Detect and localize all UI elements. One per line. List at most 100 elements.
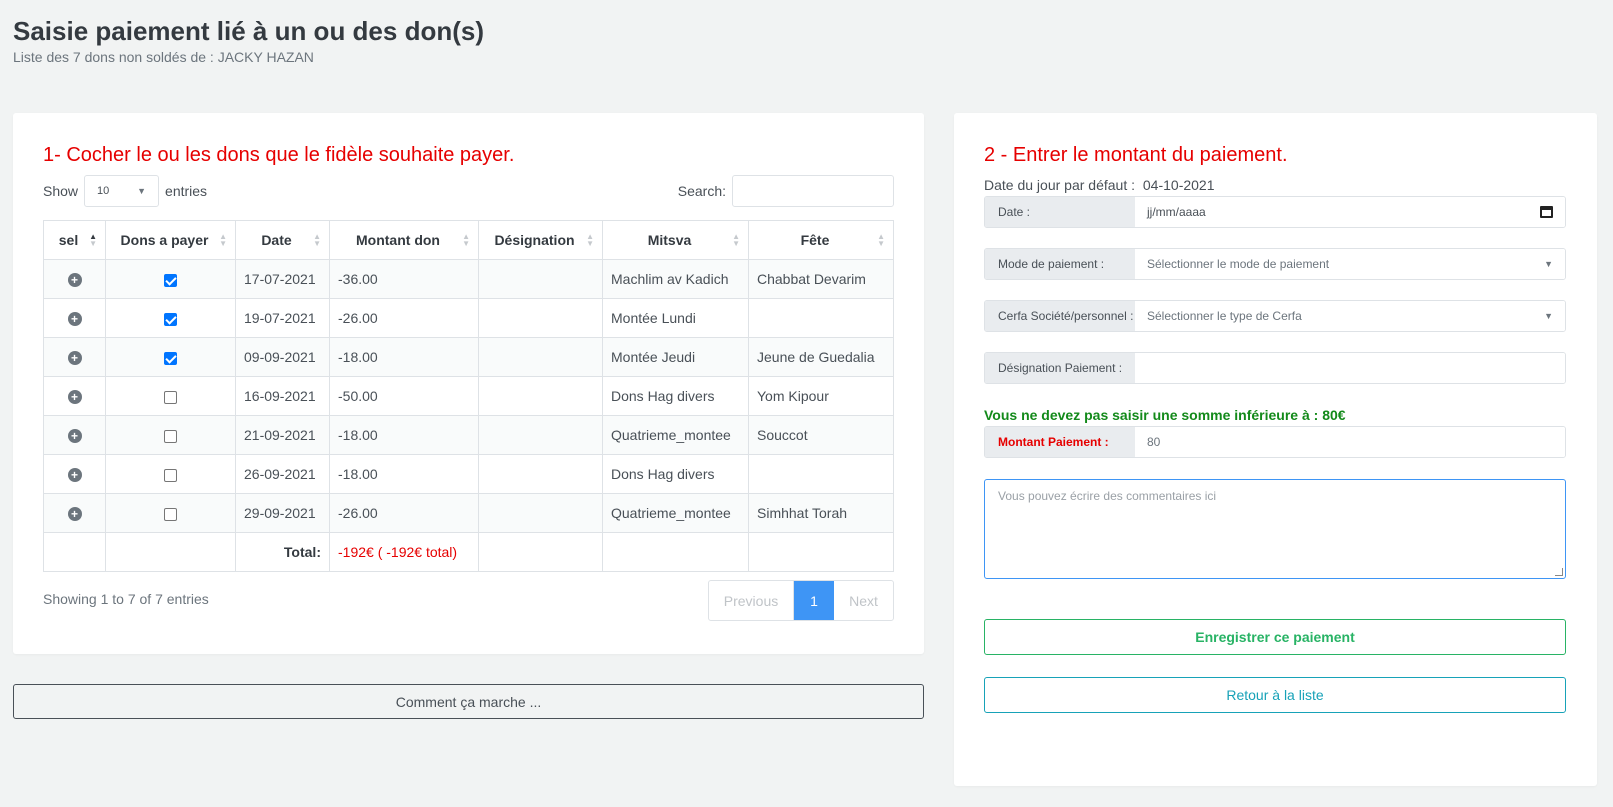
dons-table: sel ▲ ▼ Dons a payer ▲ ▼ Date ▲ ▼ Montant don ▲…: [43, 220, 894, 572]
table-info: Showing 1 to 7 of 7 entries: [43, 591, 209, 607]
mode-select[interactable]: Sélectionner le mode de paiement ▼: [1135, 249, 1565, 279]
mode-select-value: Sélectionner le mode de paiement: [1147, 257, 1330, 271]
plus-circle-icon[interactable]: +: [67, 312, 82, 326]
montant-input[interactable]: 80: [1135, 427, 1565, 457]
total-empty-cell: [748, 532, 894, 572]
don-checkbox[interactable]: [164, 429, 177, 443]
designation-cell: [478, 454, 603, 494]
page-1-button[interactable]: 1: [794, 581, 834, 620]
mitsva-cell: Dons Hag divers: [602, 376, 749, 416]
date-input[interactable]: jj/mm/aaaa: [1135, 197, 1565, 227]
table-row: +21-09-2021 -18.00 Quatrieme_montee Souccot: [43, 415, 894, 455]
cerfa-select[interactable]: Sélectionner le type de Cerfa ▼: [1135, 301, 1565, 331]
section-title-dons: 1- Cocher le ou les dons que le fidèle s…: [43, 144, 515, 166]
plus-circle-icon[interactable]: +: [67, 507, 82, 521]
mitsva-cell: Dons Hag divers: [602, 454, 749, 494]
sort-asc-icon: ▲ ▼: [89, 232, 97, 248]
montant-cell: -50.00: [329, 376, 479, 416]
fete-cell: Jeune de Guedalia: [748, 337, 894, 377]
default-date-value: 04-10-2021: [1142, 177, 1215, 193]
fete-cell: Simhhat Torah: [748, 493, 894, 533]
expand-cell: +: [43, 298, 106, 338]
comments-textarea[interactable]: Vous pouvez écrire des commentaires ici: [984, 479, 1566, 579]
montant-cell: -36.00: [329, 259, 479, 299]
don-checkbox[interactable]: [164, 468, 177, 482]
calendar-icon[interactable]: [1540, 206, 1553, 218]
page-subtitle: Liste des 7 dons non soldés de : JACKY H…: [13, 49, 314, 65]
col-header-dons[interactable]: Dons a payer ▲ ▼: [105, 220, 236, 260]
designation-cell: [478, 415, 603, 455]
table-row: +29-09-2021 -26.00 Quatrieme_montee Simhhat…: [43, 493, 894, 533]
date-cell: 16-09-2021: [235, 376, 330, 416]
col-header-designation[interactable]: Désignation ▲ ▼: [478, 220, 603, 260]
date-placeholder: jj/mm/aaaa: [1147, 205, 1206, 219]
next-button[interactable]: Next: [834, 581, 893, 620]
mitsva-cell: Montée Lundi: [602, 298, 749, 338]
resize-grip-icon[interactable]: [1555, 568, 1563, 576]
col-header-label: sel: [58, 232, 79, 248]
designation-cell: [478, 493, 603, 533]
entries-label: entries: [165, 183, 208, 199]
sort-icon: ▲ ▼: [586, 232, 594, 248]
date-cell: 21-09-2021: [235, 415, 330, 455]
col-header-label: Dons a payer: [120, 232, 209, 248]
plus-circle-icon[interactable]: +: [67, 390, 82, 404]
don-checkbox[interactable]: [164, 312, 177, 326]
col-header-sel[interactable]: sel ▲ ▼: [43, 220, 106, 260]
plus-circle-icon[interactable]: +: [67, 351, 82, 365]
col-header-label: Date: [261, 232, 292, 248]
caret-down-icon: ▼: [1544, 259, 1553, 269]
expand-cell: +: [43, 259, 106, 299]
don-checkbox[interactable]: [164, 351, 177, 365]
entries-select[interactable]: 10 ▼: [84, 175, 160, 207]
designation-input[interactable]: [1135, 353, 1565, 383]
col-header-label: Désignation: [494, 232, 575, 248]
fete-cell: Yom Kipour: [748, 376, 894, 416]
date-cell: 17-07-2021: [235, 259, 330, 299]
montant-cell: -26.00: [329, 493, 479, 533]
mitsva-cell: Quatrieme_montee: [602, 415, 749, 455]
dons-card: 1- Cocher le ou les dons que le fidèle s…: [13, 113, 924, 654]
section-title-paiement: 2 - Entrer le montant du paiement.: [984, 144, 1288, 166]
don-checkbox[interactable]: [164, 390, 177, 404]
col-header-montant[interactable]: Montant don ▲ ▼: [329, 220, 479, 260]
plus-circle-icon[interactable]: +: [67, 468, 82, 482]
back-to-list-button[interactable]: Retour à la liste: [984, 677, 1566, 713]
show-label: Show: [43, 183, 79, 199]
designation-cell: [478, 337, 603, 377]
plus-circle-icon[interactable]: +: [67, 273, 82, 287]
save-payment-button[interactable]: Enregistrer ce paiement: [984, 619, 1566, 655]
table-row: +09-09-2021 -18.00 Montée Jeudi Jeune de Gu…: [43, 337, 894, 377]
date-label: Date :: [985, 197, 1135, 227]
total-empty-cell: [602, 532, 749, 572]
designation-label: Désignation Paiement :: [985, 353, 1135, 383]
col-header-label: Mitsva: [647, 232, 692, 248]
default-date: Date du jour par défaut : 04-10-2021: [984, 177, 1215, 193]
col-header-date[interactable]: Date ▲ ▼: [235, 220, 330, 260]
pagination: Previous 1 Next: [708, 580, 894, 621]
col-header-label: Montant don: [356, 232, 440, 248]
montant-cell: -18.00: [329, 415, 479, 455]
col-header-fete[interactable]: Fête ▲ ▼: [748, 220, 894, 260]
col-header-mitsva[interactable]: Mitsva ▲ ▼: [602, 220, 749, 260]
search-label: Search:: [677, 183, 726, 199]
search-input[interactable]: [732, 175, 894, 207]
table-search: Search:: [678, 175, 894, 207]
previous-button[interactable]: Previous: [709, 581, 794, 620]
date-cell: 19-07-2021: [235, 298, 330, 338]
designation-cell: [478, 298, 603, 338]
mode-label: Mode de paiement :: [985, 249, 1135, 279]
expand-cell: +: [43, 454, 106, 494]
plus-circle-icon[interactable]: +: [67, 429, 82, 443]
payment-card: 2 - Entrer le montant du paiement. Date …: [954, 113, 1597, 786]
sort-icon: ▲ ▼: [877, 232, 885, 248]
don-checkbox[interactable]: [164, 273, 177, 287]
entries-length: Show 10 ▼ entries: [43, 175, 207, 207]
date-cell: 29-09-2021: [235, 493, 330, 533]
how-it-works-button[interactable]: Comment ça marche ...: [13, 684, 924, 719]
checkbox-cell: [105, 337, 236, 377]
mode-row: Mode de paiement : Sélectionner le mode …: [984, 248, 1566, 280]
sort-icon: ▲ ▼: [219, 232, 227, 248]
don-checkbox[interactable]: [164, 507, 177, 521]
cerfa-label: Cerfa Société/personnel :: [985, 301, 1135, 331]
